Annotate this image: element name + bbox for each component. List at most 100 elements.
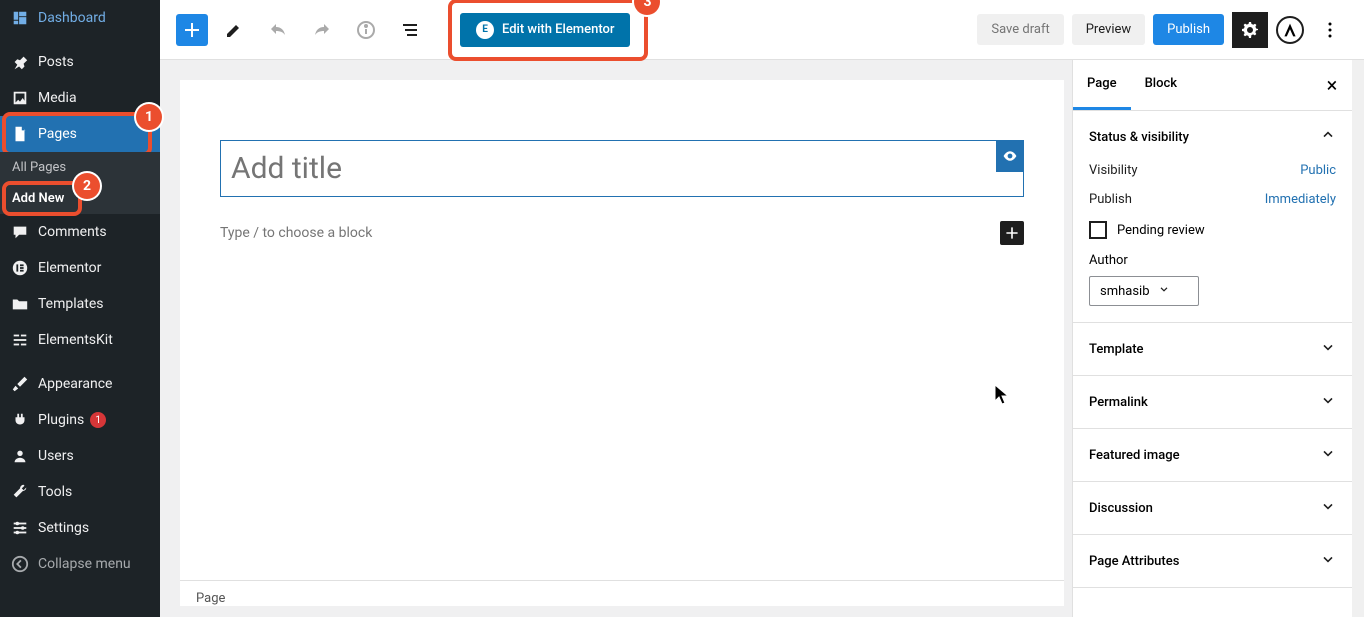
sidebar-label-appearance: Appearance bbox=[38, 376, 112, 392]
visibility-label: Visibility bbox=[1089, 163, 1138, 178]
chevron-down-icon bbox=[1320, 445, 1336, 465]
outline-icon[interactable] bbox=[392, 12, 428, 48]
panel-header-label-status: Status & visibility bbox=[1089, 130, 1189, 145]
visibility-eye-icon[interactable] bbox=[996, 140, 1024, 172]
sidebar-collapse[interactable]: Collapse menu bbox=[0, 546, 160, 582]
cursor-arrow-icon bbox=[995, 385, 1011, 409]
elementskit-icon bbox=[10, 330, 30, 350]
annotation-badge-2: 2 bbox=[74, 173, 100, 199]
user-icon bbox=[10, 446, 30, 466]
panel-template-label: Template bbox=[1089, 342, 1144, 357]
sidebar-label-pages: Pages bbox=[38, 126, 77, 142]
comments-icon bbox=[10, 222, 30, 242]
sidebar-label-templates: Templates bbox=[38, 296, 104, 312]
more-options-icon[interactable] bbox=[1312, 12, 1348, 48]
undo-icon[interactable] bbox=[260, 12, 296, 48]
sidebar-item-comments[interactable]: Comments bbox=[0, 214, 160, 250]
annotation-badge-3: 3 bbox=[634, 0, 660, 15]
elementor-btn-label: Edit with Elementor bbox=[502, 22, 614, 37]
editor-toolbar: E Edit with Elementor 3 Save draft Previ… bbox=[160, 0, 1364, 60]
edit-mode-icon[interactable] bbox=[216, 12, 252, 48]
plugins-update-badge: 1 bbox=[90, 412, 106, 428]
sidebar-item-tools[interactable]: Tools bbox=[0, 474, 160, 510]
folder-icon bbox=[10, 294, 30, 314]
post-title-input[interactable]: Add title bbox=[220, 140, 1024, 197]
save-draft-button[interactable]: Save draft bbox=[977, 14, 1063, 45]
sidebar-item-users[interactable]: Users bbox=[0, 438, 160, 474]
sidebar-label-comments: Comments bbox=[38, 224, 107, 240]
chevron-up-icon bbox=[1320, 127, 1336, 147]
sidebar-label-media: Media bbox=[38, 90, 77, 106]
author-select-value: smhasib bbox=[1100, 284, 1150, 299]
block-editor: Add title Type / to choose a block Page bbox=[160, 60, 1072, 617]
add-block-inline-button[interactable] bbox=[1000, 221, 1024, 245]
astra-theme-icon[interactable] bbox=[1276, 16, 1304, 44]
chevron-down-icon bbox=[1320, 551, 1336, 571]
panel-permalink-header[interactable]: Permalink bbox=[1073, 376, 1352, 428]
plug-icon bbox=[10, 410, 30, 430]
scrollbar-track[interactable] bbox=[1352, 60, 1364, 617]
panel-page-attributes-header[interactable]: Page Attributes bbox=[1073, 535, 1352, 587]
sidebar-item-media[interactable]: Media bbox=[0, 80, 160, 116]
redo-icon[interactable] bbox=[304, 12, 340, 48]
collapse-icon bbox=[10, 554, 30, 574]
info-icon[interactable] bbox=[348, 12, 384, 48]
close-settings-icon[interactable]: × bbox=[1320, 73, 1344, 97]
sidebar-item-dashboard[interactable]: Dashboard bbox=[0, 0, 160, 36]
sidebar-label-all-pages: All Pages bbox=[12, 160, 66, 175]
settings-gear-button[interactable] bbox=[1232, 12, 1268, 48]
pushpin-icon bbox=[10, 52, 30, 72]
tab-block[interactable]: Block bbox=[1131, 60, 1191, 110]
sidebar-item-elementskit[interactable]: ElementsKit bbox=[0, 322, 160, 358]
annotation-badge-1: 1 bbox=[136, 104, 162, 130]
sidebar-label-tools: Tools bbox=[38, 484, 72, 500]
sidebar-label-collapse: Collapse menu bbox=[38, 556, 131, 572]
sidebar-item-posts[interactable]: Posts bbox=[0, 44, 160, 80]
settings-sidebar: Page Block × Status & visibility Visibil… bbox=[1072, 60, 1352, 617]
pending-review-label: Pending review bbox=[1117, 223, 1205, 238]
publish-label: Publish bbox=[1089, 192, 1132, 207]
add-block-button[interactable] bbox=[176, 14, 208, 46]
panel-featured-image-label: Featured image bbox=[1089, 448, 1180, 463]
wrench-icon bbox=[10, 482, 30, 502]
admin-sidebar: Dashboard Posts Media Pages 1 All Pages … bbox=[0, 0, 160, 617]
pages-icon bbox=[10, 124, 30, 144]
publish-button[interactable]: Publish bbox=[1153, 14, 1224, 45]
footer-tab-page[interactable]: Page bbox=[196, 591, 225, 606]
panel-status-visibility-header[interactable]: Status & visibility bbox=[1073, 111, 1352, 163]
chevron-down-icon bbox=[1320, 392, 1336, 412]
preview-button[interactable]: Preview bbox=[1072, 14, 1145, 45]
sidebar-label-plugins: Plugins bbox=[38, 412, 84, 428]
sidebar-label-settings: Settings bbox=[38, 520, 89, 536]
panel-featured-image-header[interactable]: Featured image bbox=[1073, 429, 1352, 481]
block-placeholder-text[interactable]: Type / to choose a block bbox=[220, 225, 372, 241]
sidebar-label-elementskit: ElementsKit bbox=[38, 332, 113, 348]
visibility-value-link[interactable]: Public bbox=[1300, 163, 1336, 178]
sidebar-item-elementor[interactable]: Elementor bbox=[0, 250, 160, 286]
sidebar-item-templates[interactable]: Templates bbox=[0, 286, 160, 322]
tab-page[interactable]: Page bbox=[1073, 60, 1131, 110]
chevron-down-icon bbox=[1320, 339, 1336, 359]
panel-discussion-header[interactable]: Discussion bbox=[1073, 482, 1352, 534]
edit-with-elementor-button[interactable]: E Edit with Elementor bbox=[460, 13, 630, 47]
sidebar-item-settings[interactable]: Settings bbox=[0, 510, 160, 546]
sidebar-item-appearance[interactable]: Appearance bbox=[0, 366, 160, 402]
author-label: Author bbox=[1089, 253, 1336, 268]
media-icon bbox=[10, 88, 30, 108]
elementor-icon bbox=[10, 258, 30, 278]
publish-value-link[interactable]: Immediately bbox=[1265, 192, 1336, 207]
sidebar-label-add-new: Add New bbox=[12, 191, 64, 206]
panel-template-header[interactable]: Template bbox=[1073, 323, 1352, 375]
author-select[interactable]: smhasib bbox=[1089, 276, 1199, 306]
panel-page-attributes-label: Page Attributes bbox=[1089, 554, 1179, 569]
sidebar-label-dashboard: Dashboard bbox=[38, 10, 106, 26]
main-area: E Edit with Elementor 3 Save draft Previ… bbox=[160, 0, 1364, 617]
sidebar-label-elementor: Elementor bbox=[38, 260, 101, 276]
sidebar-label-posts: Posts bbox=[38, 54, 74, 70]
sidebar-label-users: Users bbox=[38, 448, 74, 464]
chevron-down-icon bbox=[1320, 498, 1336, 518]
sidebar-item-plugins[interactable]: Plugins 1 bbox=[0, 402, 160, 438]
pending-review-checkbox[interactable] bbox=[1089, 221, 1107, 239]
dashboard-icon bbox=[10, 8, 30, 28]
panel-discussion-label: Discussion bbox=[1089, 501, 1153, 516]
